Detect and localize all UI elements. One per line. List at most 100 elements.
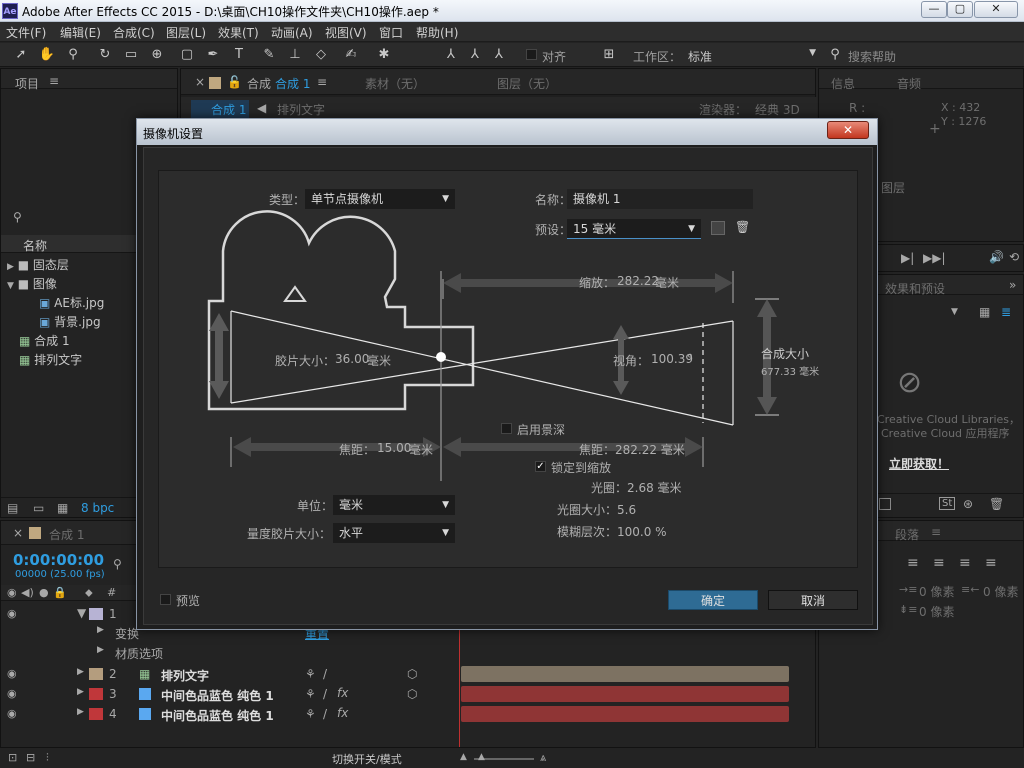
camera-type-select[interactable]: 单节点摄像机 ▼ bbox=[305, 189, 455, 209]
tab-timeline-comp[interactable]: 合成 1 bbox=[49, 526, 84, 543]
new-composition-icon[interactable]: ▦ bbox=[57, 501, 68, 515]
layer-name[interactable]: 中间色品蓝色 纯色 1 bbox=[161, 707, 274, 724]
3d-layer-icon[interactable]: ⬡ bbox=[407, 687, 417, 701]
checkbox-icon[interactable] bbox=[879, 498, 891, 510]
aperture-value[interactable]: 光圈：2.68 毫米 bbox=[591, 479, 682, 496]
material-options-group[interactable]: 材质选项 bbox=[115, 645, 163, 662]
audio-icon[interactable]: 🔊 bbox=[989, 250, 1004, 264]
maximize-button[interactable]: ▢ bbox=[947, 1, 973, 18]
justify-icon[interactable]: ≡ bbox=[985, 555, 997, 571]
layer-name[interactable]: 排列文字 bbox=[161, 667, 209, 684]
puppet-tool-icon[interactable]: ✱ bbox=[375, 46, 393, 64]
units-select[interactable]: 毫米 ▼ bbox=[333, 495, 455, 515]
renderer-value[interactable]: 经典 3D bbox=[755, 101, 800, 118]
loop-icon[interactable]: ⟲ bbox=[1009, 250, 1019, 264]
panel-menu-icon[interactable]: ≡ bbox=[931, 525, 941, 539]
snap-checkbox[interactable] bbox=[526, 49, 537, 60]
film-size-value[interactable]: 36.00 bbox=[335, 352, 369, 366]
eye-icon[interactable]: ◉ bbox=[7, 607, 17, 620]
clone-stamp-tool-icon[interactable]: ⊥ bbox=[286, 46, 304, 64]
fx-icon[interactable]: fx bbox=[337, 686, 348, 700]
expand-triangle-icon[interactable]: ▶ bbox=[97, 625, 104, 635]
hand-tool-icon[interactable]: ✋ bbox=[38, 46, 56, 64]
indent-left-value[interactable]: 0 像素 bbox=[919, 583, 954, 600]
zoom-out-icon[interactable]: ▲ bbox=[460, 752, 467, 762]
trash-icon[interactable]: 🗑 bbox=[989, 497, 1004, 511]
layer-bar-2[interactable] bbox=[461, 666, 789, 682]
camera-name-input[interactable]: 摄像机 1 bbox=[567, 189, 753, 209]
rectangle-tool-icon[interactable]: ▢ bbox=[178, 46, 196, 64]
frame-blending-icon[interactable]: ⫶ bbox=[46, 751, 49, 765]
focus-distance-value[interactable]: 焦距：282.22 毫米 bbox=[579, 441, 685, 458]
tab-info[interactable]: 信息 bbox=[831, 75, 855, 92]
comp-flowchart-icon[interactable]: ⊡ bbox=[8, 751, 17, 764]
interpret-footage-icon[interactable]: ▤ bbox=[7, 501, 18, 515]
menu-composition[interactable]: 合成(C) bbox=[113, 24, 155, 41]
layer-bar-4[interactable] bbox=[461, 706, 789, 722]
save-preset-icon[interactable] bbox=[711, 221, 725, 235]
timeline-layer-row[interactable]: ◉ ▶ 2 ▦ 排列文字 ⚘ / ⬡ bbox=[1, 665, 451, 683]
world-axis-icon[interactable]: ⅄ bbox=[466, 46, 484, 64]
snap-options-icon[interactable]: ⊞ bbox=[600, 46, 618, 64]
expand-triangle-icon[interactable]: ▶ bbox=[77, 667, 84, 677]
close-tab-icon[interactable]: × bbox=[13, 526, 23, 540]
step-forward-icon[interactable]: ▶| bbox=[901, 251, 914, 265]
list-item[interactable]: ▦ 合成 1 bbox=[19, 332, 70, 351]
project-panel-title[interactable]: 项目 bbox=[15, 75, 39, 92]
view-axis-icon[interactable]: ⅄ bbox=[490, 46, 508, 64]
eye-icon[interactable]: ◉ bbox=[7, 687, 17, 700]
tab-composition[interactable]: 合成 1 bbox=[275, 75, 310, 92]
enable-dof-checkbox[interactable] bbox=[501, 423, 512, 434]
align-right-icon[interactable]: ≡ bbox=[959, 555, 971, 571]
pan-behind-tool-icon[interactable]: ⊕ bbox=[148, 46, 166, 64]
list-item[interactable]: ▼ ■ 图像 bbox=[7, 275, 57, 294]
timecode-display[interactable]: 0:00:00:00 bbox=[13, 551, 104, 569]
fx-icon[interactable]: fx bbox=[337, 706, 348, 720]
collapse-triangle-icon[interactable]: ▼ bbox=[77, 606, 86, 620]
menu-window[interactable]: 窗口 bbox=[379, 24, 403, 41]
quality-icon[interactable]: / bbox=[323, 667, 327, 681]
eye-icon[interactable]: ◉ bbox=[7, 667, 17, 680]
expand-triangle-icon[interactable]: ▶ bbox=[7, 262, 14, 272]
layer-bar-3[interactable] bbox=[461, 686, 789, 702]
cc-get-link[interactable]: 立即获取！ bbox=[889, 455, 949, 472]
close-tab-icon[interactable]: × bbox=[195, 75, 205, 89]
solo-icon[interactable]: ● bbox=[39, 586, 49, 599]
breadcrumb-comp[interactable]: 合成 1 bbox=[211, 101, 246, 118]
ok-button[interactable]: 确定 bbox=[668, 590, 758, 610]
brush-tool-icon[interactable]: ✎ bbox=[260, 46, 278, 64]
lock-icon[interactable]: 🔒 bbox=[53, 586, 67, 599]
tab-layer[interactable]: 图层（无） bbox=[497, 75, 557, 92]
search-icon[interactable]: ⚲ bbox=[13, 210, 22, 224]
space-before-value[interactable]: 0 像素 bbox=[919, 603, 954, 620]
label-tag-icon[interactable]: ⬥ bbox=[85, 586, 93, 600]
layer-name[interactable]: 中间色品蓝色 纯色 1 bbox=[161, 687, 274, 704]
timeline-layer-row[interactable]: ◉ ▶ 3 中间色品蓝色 纯色 1 ⚘ / fx ⬡ bbox=[1, 685, 451, 703]
paragraph-panel-title[interactable]: 段落 bbox=[895, 526, 919, 543]
roto-brush-tool-icon[interactable]: ✍ bbox=[342, 46, 360, 64]
menu-effect[interactable]: 效果(T) bbox=[218, 24, 259, 41]
last-frame-icon[interactable]: ▶▶| bbox=[923, 251, 946, 265]
cancel-button[interactable]: 取消 bbox=[768, 590, 858, 610]
eraser-tool-icon[interactable]: ◇ bbox=[312, 46, 330, 64]
preview-checkbox[interactable] bbox=[160, 594, 171, 605]
quality-icon[interactable]: / bbox=[323, 687, 327, 701]
measure-film-select[interactable]: 水平 ▼ bbox=[333, 523, 455, 543]
render-icon[interactable]: ⊟ bbox=[26, 751, 35, 764]
preset-select[interactable]: 15 毫米 ▼ bbox=[567, 219, 701, 239]
zoom-slider-handle[interactable]: ▲ bbox=[478, 752, 485, 762]
zoom-tool-icon[interactable]: ⚲ bbox=[64, 46, 82, 64]
zoom-in-icon[interactable]: ⩓ bbox=[540, 751, 546, 765]
menu-animation[interactable]: 动画(A) bbox=[271, 24, 313, 41]
panel-menu-icon[interactable]: ≡ bbox=[317, 75, 327, 89]
stock-icon[interactable]: St bbox=[939, 497, 956, 510]
blur-level-value[interactable]: 模糊层次：100.0 % bbox=[557, 523, 667, 540]
menu-help[interactable]: 帮助(H) bbox=[416, 24, 458, 41]
timeline-layer-row[interactable]: ◉ ▶ 4 中间色品蓝色 纯色 1 ⚘ / fx bbox=[1, 705, 451, 723]
indent-right-value[interactable]: 0 像素 bbox=[983, 583, 1018, 600]
local-axis-icon[interactable]: ⅄ bbox=[442, 46, 460, 64]
column-name[interactable]: 名称 bbox=[23, 237, 47, 254]
focal-length-value[interactable]: 15.00 bbox=[377, 441, 411, 455]
breadcrumb-layer[interactable]: 排列文字 bbox=[277, 101, 325, 118]
pen-tool-icon[interactable]: ✒ bbox=[204, 46, 222, 64]
